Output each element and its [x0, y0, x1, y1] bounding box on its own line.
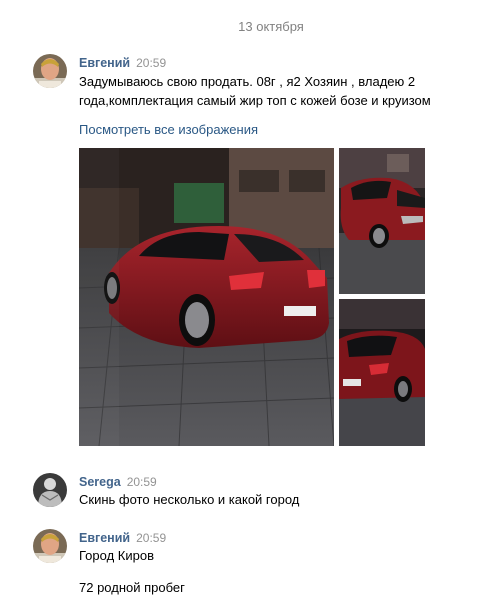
- author-name[interactable]: Serega 20:59: [79, 475, 157, 489]
- author-name[interactable]: Евгений 20:59: [79, 531, 166, 545]
- message-time[interactable]: 20:59: [136, 56, 166, 70]
- message-text: 72 родной пробег: [79, 580, 185, 595]
- author-name[interactable]: Евгений 20:59: [79, 56, 166, 70]
- car-rear-photo[interactable]: [79, 148, 334, 446]
- message-time[interactable]: 20:59: [127, 475, 157, 489]
- car-rear-small-photo[interactable]: [339, 299, 425, 446]
- message-text: Задумываюсь свою продать. 08г , я2 Хозяи…: [79, 74, 431, 108]
- date-separator: 13 октября: [238, 19, 304, 34]
- view-all-images-link[interactable]: Посмотреть все изображения: [79, 122, 258, 137]
- message-time[interactable]: 20:59: [136, 531, 166, 545]
- car-front-photo[interactable]: [339, 148, 425, 294]
- avatar[interactable]: [33, 54, 67, 88]
- avatar[interactable]: [33, 473, 67, 507]
- message-text: Город Киров: [79, 548, 154, 563]
- avatar[interactable]: [33, 529, 67, 563]
- message-text: Скинь фото несколько и какой город: [79, 492, 300, 507]
